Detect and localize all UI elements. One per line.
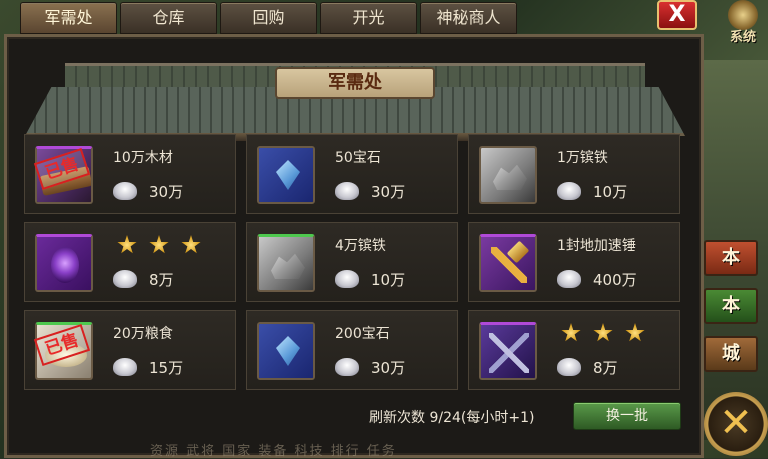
item-name: 20万粮食 — [113, 326, 173, 342]
silver-ingot-icon — [557, 182, 581, 200]
item-price: 400万 — [593, 271, 637, 289]
system-label: 系统 — [729, 30, 756, 45]
item-price: 30万 — [371, 183, 406, 201]
side-button[interactable]: 城 — [704, 336, 758, 372]
roof-header: 军需处 — [25, 47, 685, 147]
system-button[interactable]: 系统 — [718, 0, 768, 46]
close-button[interactable]: X — [657, 0, 697, 30]
shop-item[interactable]: 4万镔铁 10万 — [246, 222, 458, 302]
shop-item[interactable]: 8万 — [468, 310, 680, 390]
gem-icon — [257, 322, 315, 380]
close-icon[interactable]: ✕ — [704, 392, 768, 456]
tab-label: 开光 — [352, 8, 385, 27]
tab-label: 回购 — [252, 8, 285, 27]
shop-item[interactable]: 200宝石 30万 — [246, 310, 458, 390]
silver-ingot-icon — [557, 358, 581, 376]
silver-ingot-icon — [557, 270, 581, 288]
shop-item[interactable]: 1万镔铁 10万 — [468, 134, 680, 214]
shop-item[interactable]: 8万 — [24, 222, 236, 302]
star-icon — [149, 235, 169, 254]
star-icon — [561, 323, 581, 342]
item-price: 8万 — [593, 359, 618, 377]
item-price: 10万 — [371, 271, 406, 289]
item-name: 200宝石 — [335, 326, 390, 342]
tab-label: 军需处 — [44, 8, 93, 27]
silver-ingot-icon — [113, 270, 137, 288]
item-name: 1封地加速锤 — [557, 238, 636, 254]
iron-ore-icon — [479, 146, 537, 204]
shop-item[interactable]: 50宝石 30万 — [246, 134, 458, 214]
item-price: 8万 — [149, 271, 174, 289]
shop-item[interactable]: 1封地加速锤 400万 — [468, 222, 680, 302]
star-icon — [117, 235, 137, 254]
item-name: 10万木材 — [113, 150, 173, 166]
star-icon — [593, 323, 613, 342]
tab-mystery-merchant[interactable]: 神秘商人 — [420, 2, 517, 34]
iron-ore-icon — [257, 234, 315, 292]
tab-buyback[interactable]: 回购 — [220, 2, 317, 34]
item-price: 15万 — [149, 359, 184, 377]
weapon-icon — [479, 322, 537, 380]
tab-bar: 军需处 仓库 回购 开光 神秘商人 — [0, 0, 520, 34]
tab-quartermaster[interactable]: 军需处 — [20, 2, 117, 34]
silver-ingot-icon — [335, 182, 359, 200]
refresh-button[interactable]: 换一批 — [573, 402, 681, 430]
item-price: 30万 — [371, 359, 406, 377]
silver-ingot-icon — [113, 182, 137, 200]
item-price: 30万 — [149, 183, 184, 201]
tab-warehouse[interactable]: 仓库 — [120, 2, 217, 34]
item-name: 4万镔铁 — [335, 238, 386, 254]
tab-consecrate[interactable]: 开光 — [320, 2, 417, 34]
silver-ingot-icon — [335, 270, 359, 288]
panel-title: 军需处 — [275, 67, 435, 99]
scroll-icon — [35, 234, 93, 292]
side-button[interactable]: 本 — [704, 240, 758, 276]
item-price: 10万 — [593, 183, 628, 201]
shop-item[interactable]: 已售 20万粮食 15万 — [24, 310, 236, 390]
star-icon — [181, 235, 201, 254]
item-name: 50宝石 — [335, 150, 381, 166]
silver-ingot-icon — [113, 358, 137, 376]
shop-item[interactable]: 已售 10万木材 30万 — [24, 134, 236, 214]
bottom-menu-bar: 资源 武将 国家 装备 科技 排行 任务 — [150, 444, 397, 459]
hammer-icon — [479, 234, 537, 292]
star-icon — [625, 323, 645, 342]
silver-ingot-icon — [335, 358, 359, 376]
item-name: 1万镔铁 — [557, 150, 608, 166]
refresh-count: 刷新次数 9/24(每小时+1) — [369, 410, 535, 426]
tab-label: 神秘商人 — [436, 8, 501, 27]
tab-label: 仓库 — [152, 8, 185, 27]
side-button[interactable]: 本 — [704, 288, 758, 324]
gem-icon — [257, 146, 315, 204]
